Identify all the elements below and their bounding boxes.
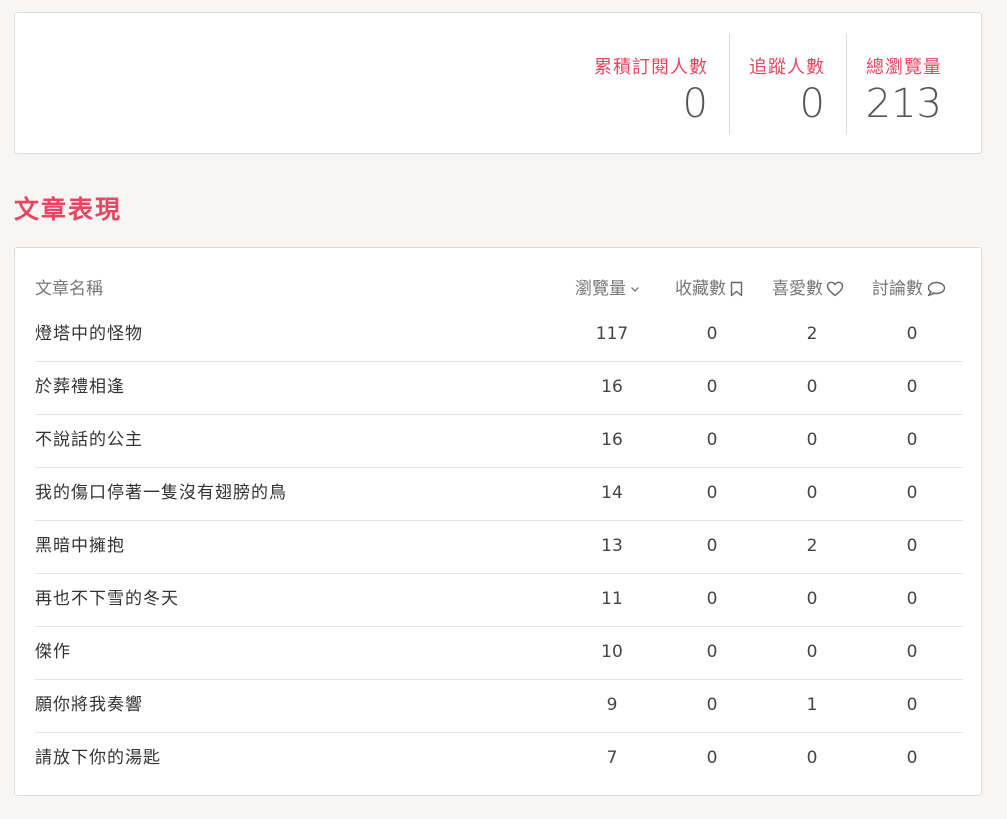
subscribers-label: 累積訂閱人數 <box>594 57 708 78</box>
header-saves-label: 收藏數 <box>675 279 726 299</box>
article-title-link[interactable]: 願你將我奏響 <box>35 680 143 730</box>
subscribers-value: 0 <box>682 81 708 127</box>
comment-icon <box>926 281 946 297</box>
saves-cell: 0 <box>706 324 718 344</box>
comments-cell: 0 <box>906 695 918 715</box>
views-cell: 117 <box>595 324 629 344</box>
followers-stat: 追蹤人數 0 <box>730 33 825 135</box>
saves-cell: 0 <box>706 536 718 556</box>
table-row: 我的傷口停著一隻沒有翅膀的鳥 14 0 0 0 <box>35 468 963 521</box>
views-cell: 7 <box>606 748 618 768</box>
saves-cell: 0 <box>706 589 718 609</box>
saves-cell: 0 <box>706 377 718 397</box>
saves-cell: 0 <box>706 695 718 715</box>
comments-cell: 0 <box>906 748 918 768</box>
likes-cell: 0 <box>806 642 818 662</box>
table-header: 文章名稱 瀏覽量 收藏數 喜愛數 討論數 <box>35 274 963 304</box>
followers-label: 追蹤人數 <box>749 57 825 78</box>
stats-card: 累積訂閱人數 0 追蹤人數 0 總瀏覽量 213 <box>14 12 982 154</box>
article-title-link[interactable]: 於葬禮相逢 <box>35 362 125 412</box>
article-title-link[interactable]: 傑作 <box>35 627 71 677</box>
saves-cell: 0 <box>706 430 718 450</box>
article-title-link[interactable]: 我的傷口停著一隻沒有翅膀的鳥 <box>35 468 287 518</box>
comments-cell: 0 <box>906 536 918 556</box>
heart-icon <box>826 281 844 297</box>
article-title-link[interactable]: 再也不下雪的冬天 <box>35 574 179 624</box>
total-views-stat: 總瀏覽量 213 <box>847 33 942 135</box>
subscribers-stat: 累積訂閱人數 0 <box>575 33 708 135</box>
bookmark-icon <box>729 281 744 297</box>
table-body: 燈塔中的怪物 117 0 2 0 於葬禮相逢 16 0 0 0 不說話的公主 1… <box>35 309 963 785</box>
likes-cell: 2 <box>806 536 818 556</box>
header-saves: 收藏數 <box>675 274 744 304</box>
header-views-label: 瀏覽量 <box>575 279 626 299</box>
header-comments-label: 討論數 <box>872 279 923 299</box>
likes-cell: 0 <box>806 377 818 397</box>
saves-cell: 0 <box>706 483 718 503</box>
followers-value: 0 <box>799 81 825 127</box>
table-row: 傑作 10 0 0 0 <box>35 627 963 680</box>
header-likes: 喜愛數 <box>772 274 844 304</box>
section-title: 文章表現 <box>14 195 123 224</box>
comments-cell: 0 <box>906 642 918 662</box>
table-row: 於葬禮相逢 16 0 0 0 <box>35 362 963 415</box>
comments-cell: 0 <box>906 483 918 503</box>
article-title-link[interactable]: 黑暗中擁抱 <box>35 521 125 571</box>
views-cell: 16 <box>601 430 623 450</box>
comments-cell: 0 <box>906 324 918 344</box>
table-row: 再也不下雪的冬天 11 0 0 0 <box>35 574 963 627</box>
total-views-value: 213 <box>865 81 942 127</box>
comments-cell: 0 <box>906 589 918 609</box>
chevron-down-icon <box>629 283 641 295</box>
header-comments: 討論數 <box>872 274 946 304</box>
header-views-sort[interactable]: 瀏覽量 <box>575 274 641 304</box>
header-article-name-label: 文章名稱 <box>35 279 103 299</box>
header-article-name: 文章名稱 <box>35 274 103 304</box>
article-performance-table: 文章名稱 瀏覽量 收藏數 喜愛數 討論數 燈塔中的怪物 117 0 2 0 於葬… <box>14 247 982 796</box>
views-cell: 13 <box>601 536 623 556</box>
saves-cell: 0 <box>706 642 718 662</box>
header-likes-label: 喜愛數 <box>772 279 823 299</box>
likes-cell: 1 <box>806 695 818 715</box>
likes-cell: 0 <box>806 483 818 503</box>
table-row: 黑暗中擁抱 13 0 2 0 <box>35 521 963 574</box>
views-cell: 10 <box>601 642 623 662</box>
views-cell: 14 <box>601 483 623 503</box>
views-cell: 11 <box>601 589 623 609</box>
likes-cell: 0 <box>806 748 818 768</box>
article-title-link[interactable]: 不說話的公主 <box>35 415 143 465</box>
table-row: 請放下你的湯匙 7 0 0 0 <box>35 733 963 785</box>
article-title-link[interactable]: 請放下你的湯匙 <box>35 733 161 783</box>
article-title-link[interactable]: 燈塔中的怪物 <box>35 309 143 359</box>
comments-cell: 0 <box>906 377 918 397</box>
total-views-label: 總瀏覽量 <box>866 57 942 78</box>
views-cell: 16 <box>601 377 623 397</box>
table-row: 不說話的公主 16 0 0 0 <box>35 415 963 468</box>
table-row: 願你將我奏響 9 0 1 0 <box>35 680 963 733</box>
saves-cell: 0 <box>706 748 718 768</box>
comments-cell: 0 <box>906 430 918 450</box>
table-row: 燈塔中的怪物 117 0 2 0 <box>35 309 963 362</box>
views-cell: 9 <box>606 695 618 715</box>
likes-cell: 0 <box>806 589 818 609</box>
likes-cell: 0 <box>806 430 818 450</box>
likes-cell: 2 <box>806 324 818 344</box>
